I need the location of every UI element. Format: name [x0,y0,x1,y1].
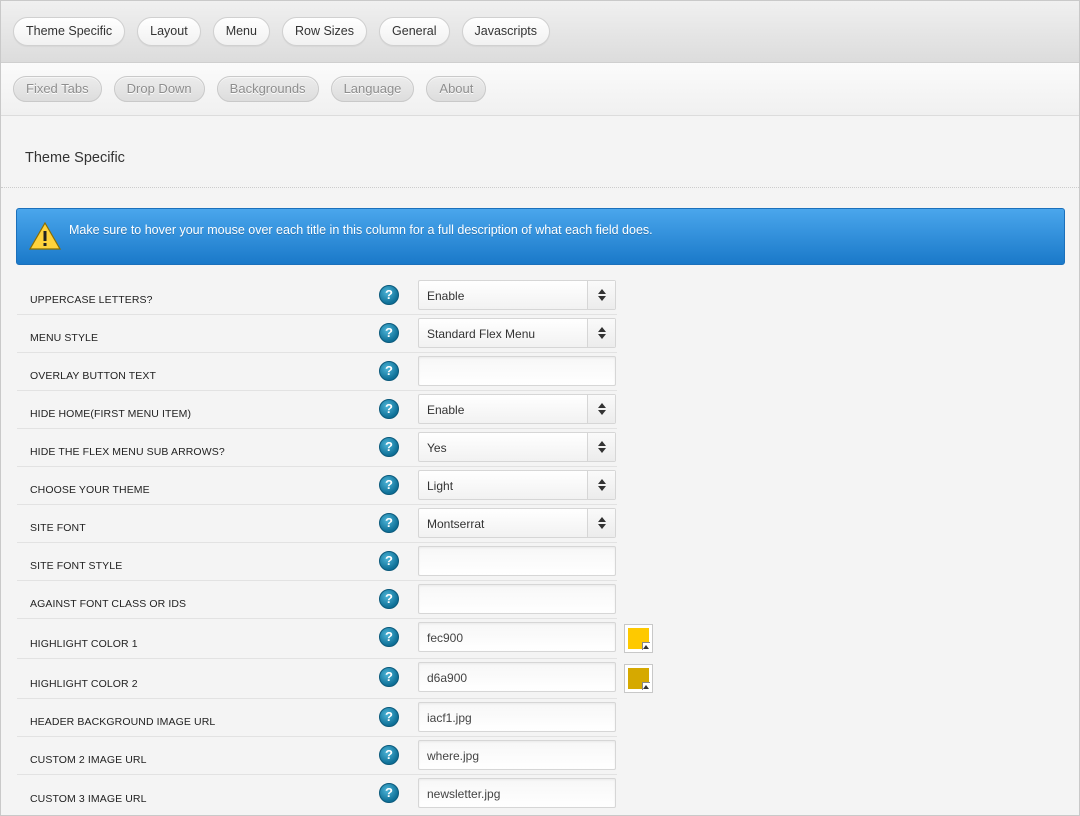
updown-arrow-icon[interactable] [587,471,615,499]
hide-home-first-menu-item-select[interactable]: Enable [418,394,616,424]
input-value: newsletter.jpg [427,787,501,801]
tab-language[interactable]: Language [330,76,415,102]
tab-backgrounds[interactable]: Backgrounds [216,76,319,102]
options-panel: Theme Specific Layout Menu Row Sizes Gen… [0,0,1080,816]
help-icon[interactable]: ? [379,627,399,647]
overlay-button-text-input[interactable] [418,356,616,386]
setting-label: HEADER BACKGROUND IMAGE URL [30,716,216,728]
site-font-select[interactable]: Montserrat [418,508,616,538]
header-background-image-url-input[interactable]: iacf1.jpg [418,702,616,732]
color-picker-swatch[interactable] [624,664,653,693]
setting-label: HIDE THE FLEX MENU SUB ARROWS? [30,446,225,458]
tab-general[interactable]: General [379,17,450,46]
setting-row-custom-3-image-url: CUSTOM 3 IMAGE URL? newsletter.jpg [17,775,617,813]
setting-row-site-font-style: SITE FONT STYLE? [17,543,617,581]
help-icon[interactable]: ? [379,437,399,457]
setting-row-site-font: SITE FONT? Montserrat [17,505,617,543]
setting-row-uppercase-letters: UPPERCASE LETTERS?? Enable [17,277,617,315]
setting-label: CUSTOM 2 IMAGE URL [30,754,147,766]
setting-label: HIDE HOME(FIRST MENU ITEM) [30,408,192,420]
help-icon[interactable]: ? [379,361,399,381]
setting-label: HIGHLIGHT COLOR 2 [30,678,138,690]
setting-row-custom-2-image-url: CUSTOM 2 IMAGE URL? where.jpg [17,737,617,775]
hide-the-flex-menu-sub-arrows-select[interactable]: Yes [418,432,616,462]
help-icon[interactable]: ? [379,475,399,495]
primary-tab-bar: Theme Specific Layout Menu Row Sizes Gen… [1,1,1079,63]
help-icon[interactable]: ? [379,667,399,687]
setting-label: CHOOSE YOUR THEME [30,484,150,496]
updown-arrow-icon[interactable] [587,281,615,309]
input-value: iacf1.jpg [427,711,472,725]
setting-label: MENU STYLE [30,332,99,344]
tab-about[interactable]: About [426,76,487,102]
setting-label: OVERLAY BUTTON TEXT [30,370,156,382]
setting-label: SITE FONT [30,522,86,534]
help-icon[interactable]: ? [379,285,399,305]
help-icon[interactable]: ? [379,323,399,343]
updown-arrow-icon[interactable] [587,319,615,347]
setting-row-highlight-color-2: HIGHLIGHT COLOR 2? d6a900 [17,659,653,699]
highlight-color-1-input[interactable]: fec900 [418,622,616,652]
tab-layout[interactable]: Layout [137,17,201,46]
select-value: Enable [427,289,465,303]
warning-icon [29,222,61,250]
setting-row-overlay-button-text: OVERLAY BUTTON TEXT? [17,353,617,391]
setting-label: HIGHLIGHT COLOR 1 [30,638,138,650]
choose-your-theme-select[interactable]: Light [418,470,616,500]
help-icon[interactable]: ? [379,513,399,533]
secondary-tab-bar: Fixed Tabs Drop Down Backgrounds Languag… [1,63,1079,116]
tab-fixed-tabs[interactable]: Fixed Tabs [13,76,102,102]
setting-row-header-background-image-url: HEADER BACKGROUND IMAGE URL? iacf1.jpg [17,699,617,737]
select-value: Enable [427,403,465,417]
section-title: Theme Specific [1,116,1079,188]
setting-row-hide-the-flex-menu-sub-arrows: HIDE THE FLEX MENU SUB ARROWS?? Yes [17,429,617,467]
tab-javascripts[interactable]: Javascripts [461,17,551,46]
select-value: Montserrat [427,517,485,531]
help-icon[interactable]: ? [379,399,399,419]
info-notice: Make sure to hover your mouse over each … [16,208,1065,265]
setting-row-highlight-color-1: HIGHLIGHT COLOR 1? fec900 [17,619,653,659]
updown-arrow-icon[interactable] [587,395,615,423]
settings-list: UPPERCASE LETTERS?? Enable MENU STYLE? Stan… [17,277,653,813]
setting-row-against-font-class-or-ids: AGAINST FONT CLASS OR IDS? [17,581,617,619]
site-font-style-input[interactable] [418,546,616,576]
custom-2-image-url-input[interactable]: where.jpg [418,740,616,770]
notice-text: Make sure to hover your mouse over each … [69,223,653,237]
setting-row-hide-home-first-menu-item: HIDE HOME(FIRST MENU ITEM)? Enable [17,391,617,429]
tab-drop-down[interactable]: Drop Down [113,76,205,102]
input-value: d6a900 [427,671,468,685]
setting-label: CUSTOM 3 IMAGE URL [30,793,147,805]
input-value: where.jpg [427,749,480,763]
setting-label: AGAINST FONT CLASS OR IDS [30,598,187,610]
help-icon[interactable]: ? [379,589,399,609]
updown-arrow-icon[interactable] [587,509,615,537]
uppercase-letters-select[interactable]: Enable [418,280,616,310]
help-icon[interactable]: ? [379,551,399,571]
select-value: Light [427,479,454,493]
help-icon[interactable]: ? [379,745,399,765]
tab-theme-specific[interactable]: Theme Specific [13,17,126,46]
color-picker-swatch[interactable] [624,624,653,653]
setting-label: UPPERCASE LETTERS? [30,294,153,306]
menu-style-select[interactable]: Standard Flex Menu [418,318,616,348]
input-value: fec900 [427,631,464,645]
highlight-color-2-input[interactable]: d6a900 [418,662,616,692]
setting-row-choose-your-theme: CHOOSE YOUR THEME? Light [17,467,617,505]
help-icon[interactable]: ? [379,783,399,803]
updown-arrow-icon[interactable] [587,433,615,461]
help-icon[interactable]: ? [379,707,399,727]
against-font-class-or-ids-input[interactable] [418,584,616,614]
custom-3-image-url-input[interactable]: newsletter.jpg [418,778,616,808]
setting-row-menu-style: MENU STYLE? Standard Flex Menu [17,315,617,353]
picker-arrow-icon [643,685,649,689]
select-value: Standard Flex Menu [427,327,536,341]
tab-row-sizes[interactable]: Row Sizes [281,17,368,46]
picker-arrow-icon [643,645,649,649]
tab-menu[interactable]: Menu [212,17,270,46]
select-value: Yes [427,441,447,455]
setting-label: SITE FONT STYLE [30,560,123,572]
